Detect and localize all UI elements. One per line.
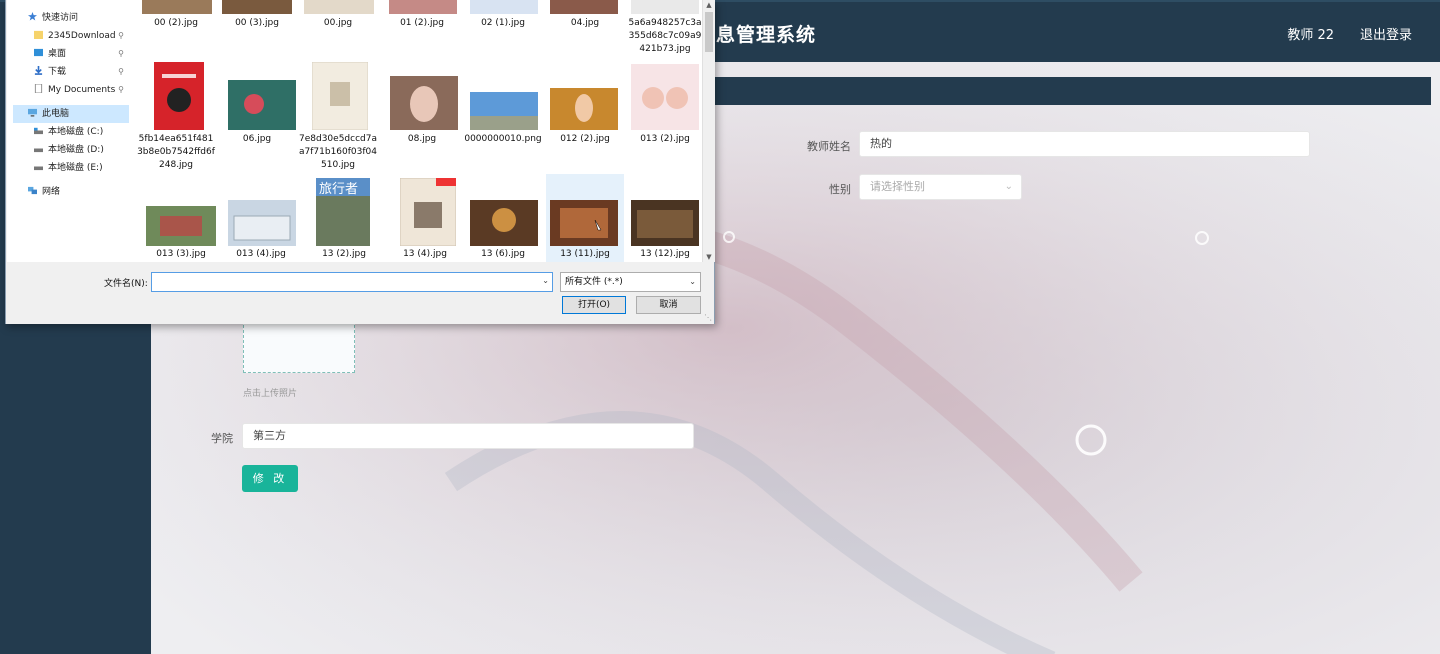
file-list: 00 (2).jpg 00 (3).jpg 00.jpg 01 (2).jpg … xyxy=(132,0,702,262)
file-thumbnail xyxy=(312,62,368,130)
file-item[interactable]: 7e8d30e5dccd7aa7f71b160f03f04510.jpg xyxy=(299,133,377,172)
file-thumbnail xyxy=(400,178,456,246)
logout-link[interactable]: 退出登录 xyxy=(1360,24,1412,43)
scroll-up-icon[interactable]: ▲ xyxy=(703,0,715,10)
pin-icon: ⚲ xyxy=(118,31,124,40)
file-item[interactable]: 13 (2).jpg xyxy=(305,248,383,261)
gender-select[interactable]: 请选择性别 ⌄ xyxy=(859,174,1022,200)
file-thumbnail xyxy=(550,0,618,14)
nav-downloads[interactable]: 下载 ⚲ xyxy=(33,63,128,81)
filename-label: 文件名(N): xyxy=(104,279,148,289)
file-item[interactable]: 5a6a948257c3a355d68c7c09a9421b73.jpg xyxy=(626,17,702,56)
file-item[interactable]: 13 (11).jpg xyxy=(546,248,624,261)
teacher-name-input[interactable]: 热的 xyxy=(859,131,1310,157)
network-icon xyxy=(28,186,37,195)
file-item[interactable]: 013 (3).jpg xyxy=(142,248,220,261)
file-thumbnail xyxy=(470,0,538,14)
chevron-down-icon: ⌄ xyxy=(689,277,696,286)
chevron-down-icon: ⌄ xyxy=(1004,181,1013,192)
filename-input[interactable]: ⌄ xyxy=(151,272,553,292)
file-list-scrollbar[interactable]: ▲ ▼ xyxy=(702,0,715,262)
nav-2345download[interactable]: 2345Download ⚲ xyxy=(33,27,128,45)
nav-this-pc[interactable]: 此电脑 xyxy=(13,105,129,123)
file-item[interactable]: 0000000010.png xyxy=(464,133,542,146)
file-item[interactable]: 012 (2).jpg xyxy=(546,133,624,146)
cancel-button[interactable]: 取消 xyxy=(636,296,701,314)
file-item[interactable]: 02 (1).jpg xyxy=(464,17,542,30)
filetype-select[interactable]: 所有文件 (*.*) ⌄ xyxy=(560,272,701,292)
file-thumbnail xyxy=(631,64,699,130)
nav-quick-access[interactable]: 快速访问 xyxy=(27,9,78,27)
file-thumbnail xyxy=(550,88,618,130)
file-thumbnail xyxy=(389,0,457,14)
file-item[interactable]: 00.jpg xyxy=(299,17,377,30)
photo-upload-area[interactable] xyxy=(243,320,355,373)
pin-icon: ⚲ xyxy=(118,67,124,76)
college-label: 学院 xyxy=(211,432,233,445)
file-thumbnail xyxy=(550,200,618,246)
nav-drive-e[interactable]: 本地磁盘 (E:) xyxy=(33,159,103,177)
file-item[interactable]: 13 (12).jpg xyxy=(626,248,702,261)
drive-icon xyxy=(34,148,43,153)
file-thumbnail xyxy=(142,0,212,14)
current-user: 教师 22 xyxy=(1287,28,1334,43)
nav-drive-d[interactable]: 本地磁盘 (D:) xyxy=(33,141,104,159)
app-title: 息管理系统 xyxy=(716,24,817,46)
file-open-dialog: 快速访问 2345Download ⚲ 桌面 ⚲ 下载 ⚲ My Documents ⚲… xyxy=(5,0,715,324)
file-item[interactable]: 00 (3).jpg xyxy=(218,17,296,30)
file-item[interactable]: 00 (2).jpg xyxy=(137,17,215,30)
nav-drive-c[interactable]: 本地磁盘 (C:) xyxy=(33,123,103,141)
upload-hint: 点击上传照片 xyxy=(243,389,298,399)
file-thumbnail xyxy=(222,0,292,14)
nav-network[interactable]: 网络 xyxy=(27,183,60,201)
scroll-down-icon[interactable]: ▼ xyxy=(703,252,715,262)
college-input[interactable]: 第三方 xyxy=(242,423,694,449)
open-button[interactable]: 打开(O) xyxy=(562,296,626,314)
pc-icon xyxy=(28,108,37,117)
file-thumbnail xyxy=(631,0,699,14)
svg-text:旅行者: 旅行者 xyxy=(319,182,358,197)
filetype-value: 所有文件 (*.*) xyxy=(565,277,623,287)
file-item[interactable]: 5fb14ea651f4813b8e0b7542ffd6f248.jpg xyxy=(137,133,215,172)
pin-icon: ⚲ xyxy=(118,49,124,58)
file-item[interactable]: 06.jpg xyxy=(218,133,296,146)
file-thumbnail xyxy=(304,0,374,14)
file-thumbnail: 旅行者 xyxy=(316,178,370,246)
navigation-pane: 快速访问 2345Download ⚲ 桌面 ⚲ 下载 ⚲ My Documents ⚲… xyxy=(7,0,132,262)
scroll-thumb[interactable] xyxy=(705,12,713,52)
nav-my-documents[interactable]: My Documents ⚲ xyxy=(33,81,128,99)
star-icon xyxy=(28,12,37,21)
dialog-bottom-bar: 文件名(N): ⌄ 所有文件 (*.*) ⌄ 打开(O) 取消 ⋱ xyxy=(6,262,714,324)
file-thumbnail xyxy=(228,80,296,130)
file-item[interactable]: 013 (4).jpg xyxy=(222,248,300,261)
submit-button[interactable]: 修 改 xyxy=(242,465,298,492)
gender-label: 性别 xyxy=(829,183,851,196)
teacher-name-label: 教师姓名 xyxy=(807,140,851,153)
folder-icon xyxy=(34,30,43,39)
file-item[interactable]: 013 (2).jpg xyxy=(626,133,702,146)
file-thumbnail xyxy=(470,200,538,246)
drive-icon xyxy=(34,127,43,135)
file-thumbnail xyxy=(228,200,296,246)
file-thumbnail xyxy=(631,200,699,246)
file-thumbnail xyxy=(154,62,204,130)
pin-icon: ⚲ xyxy=(118,85,124,94)
resize-grip-icon[interactable]: ⋱ xyxy=(704,313,712,322)
file-thumbnail xyxy=(470,92,538,130)
file-item[interactable]: 04.jpg xyxy=(546,17,624,30)
desktop-icon xyxy=(34,48,43,57)
file-item[interactable]: 01 (2).jpg xyxy=(383,17,461,30)
file-item[interactable]: 08.jpg xyxy=(383,133,461,146)
file-thumbnail xyxy=(390,76,458,130)
gender-placeholder: 请选择性别 xyxy=(870,180,925,193)
nav-desktop[interactable]: 桌面 ⚲ xyxy=(33,45,128,63)
chevron-down-icon[interactable]: ⌄ xyxy=(542,276,549,285)
file-item[interactable]: 13 (4).jpg xyxy=(386,248,464,261)
drive-icon xyxy=(34,166,43,171)
file-thumbnail xyxy=(146,206,216,246)
document-icon xyxy=(34,84,43,93)
file-item[interactable]: 13 (6).jpg xyxy=(464,248,542,261)
download-icon xyxy=(34,66,43,75)
